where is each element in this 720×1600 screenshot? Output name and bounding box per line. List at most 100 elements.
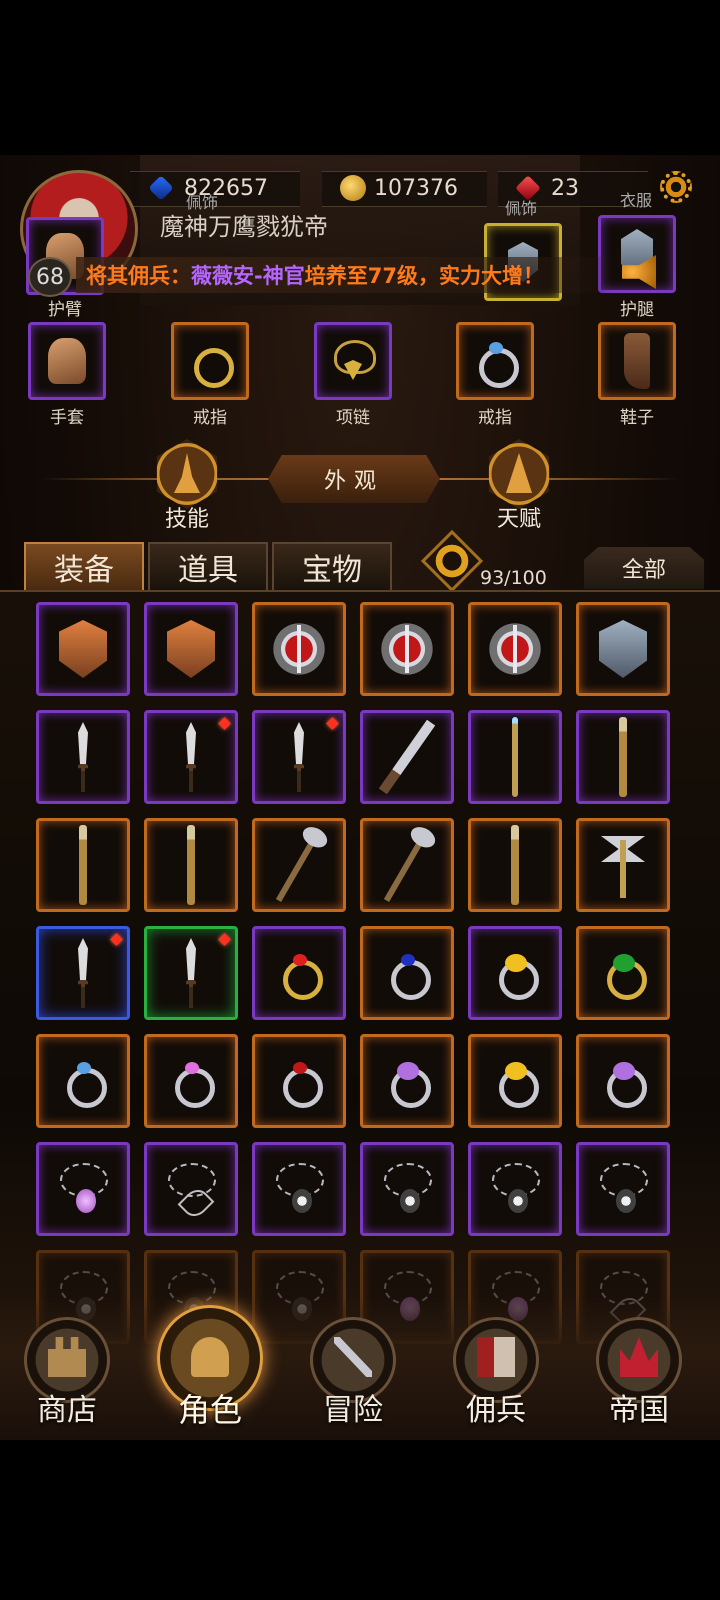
filter-all-button[interactable]: 全部: [584, 547, 704, 589]
nav-adventure[interactable]: 冒险: [298, 1305, 408, 1435]
inventory-item[interactable]: [360, 602, 454, 696]
inventory-item[interactable]: [576, 602, 670, 696]
chest-armor-icon: [599, 620, 647, 678]
new-item-indicator: [110, 933, 123, 946]
inventory-item[interactable]: [360, 818, 454, 912]
inventory-item[interactable]: [144, 818, 238, 912]
settings-gear-icon[interactable]: [660, 171, 692, 203]
cards-icon: [477, 1337, 515, 1377]
inventory-item[interactable]: [360, 1142, 454, 1236]
player-name: 魔神万鹰戮犹帝: [160, 213, 328, 241]
accessory-label-right: 佩饰: [505, 199, 538, 218]
inventory-item[interactable]: [576, 926, 670, 1020]
inventory-item[interactable]: [36, 1034, 130, 1128]
inventory-item[interactable]: [144, 710, 238, 804]
chest-armor-icon: [59, 620, 107, 678]
inventory-item[interactable]: [576, 818, 670, 912]
inventory-item[interactable]: [144, 1142, 238, 1236]
hood-icon: [191, 1337, 229, 1377]
morningstar-icon: [79, 825, 87, 905]
inventory-item[interactable]: [36, 1142, 130, 1236]
inventory-item[interactable]: [360, 926, 454, 1020]
new-item-indicator: [218, 933, 231, 946]
amulet-icon: [272, 1161, 326, 1217]
nav-mercenary[interactable]: 佣兵: [441, 1305, 551, 1435]
inventory-item[interactable]: [36, 602, 130, 696]
dagger-icon: [186, 722, 196, 792]
inventory-item[interactable]: [252, 1034, 346, 1128]
inventory-item[interactable]: [36, 818, 130, 912]
sword-emblem-icon: [269, 619, 329, 679]
inventory-item[interactable]: [252, 710, 346, 804]
crossed-swords-emblem-icon: [377, 619, 437, 679]
inventory-item[interactable]: [252, 1142, 346, 1236]
nav-shop[interactable]: 商店: [12, 1305, 122, 1435]
inventory-item[interactable]: [252, 602, 346, 696]
inventory-item[interactable]: [36, 926, 130, 1020]
new-item-indicator: [218, 717, 231, 730]
gold-value: 107376: [374, 175, 458, 201]
clothes-label: 衣服: [620, 191, 653, 210]
talent-icon: [506, 453, 532, 493]
nav-empire[interactable]: 帝国: [584, 1305, 694, 1435]
skills-button[interactable]: [156, 439, 218, 509]
slot-boots[interactable]: [598, 322, 676, 400]
slot-boots-label: 鞋子: [620, 408, 654, 428]
amulet-icon: [596, 1161, 650, 1217]
inventory-item[interactable]: [468, 710, 562, 804]
tab-equipment[interactable]: 装备: [24, 542, 144, 590]
inventory-item[interactable]: [468, 1142, 562, 1236]
slot-leggings-label: 护腿: [620, 300, 654, 320]
ring-icon: [493, 1056, 539, 1108]
inventory-item[interactable]: [468, 1034, 562, 1128]
slot-gloves[interactable]: [28, 322, 106, 400]
inventory-item[interactable]: [144, 1034, 238, 1128]
nav-shop-label: 商店: [37, 1393, 97, 1428]
sort-refresh-icon[interactable]: [420, 529, 484, 593]
appearance-button[interactable]: 外观: [268, 455, 440, 503]
bottom-nav: 商店 角色 冒险 佣兵 帝国: [0, 1295, 720, 1440]
amulet-icon: [56, 1161, 110, 1217]
inventory-item[interactable]: [144, 602, 238, 696]
slot-ring-2-label: 戒指: [478, 408, 512, 428]
dagger-icon: [78, 722, 88, 792]
inventory-item[interactable]: [576, 1142, 670, 1236]
ring-icon: [601, 948, 647, 1000]
tab-treasures[interactable]: 宝物: [272, 542, 392, 590]
crystal-icon: [148, 175, 174, 201]
inventory-item[interactable]: [252, 818, 346, 912]
slot-ring-2[interactable]: [456, 322, 534, 400]
ring-icon: [277, 948, 323, 1000]
inventory-item[interactable]: [576, 710, 670, 804]
necklace-icon: [328, 338, 378, 384]
announce-part1: 将其佣兵：: [86, 264, 191, 288]
skills-icon: [174, 453, 200, 493]
slot-ring-1[interactable]: [171, 322, 249, 400]
talent-button[interactable]: [488, 439, 550, 509]
inventory-item[interactable]: [252, 926, 346, 1020]
talent-label: 天赋: [496, 507, 541, 532]
slot-necklace[interactable]: [314, 322, 392, 400]
announcement-banner[interactable]: 将其佣兵： 薇薇安-神官 培养至77级，实力大增！: [76, 257, 616, 293]
tab-items[interactable]: 道具: [148, 542, 268, 590]
ring-icon: [385, 948, 431, 1000]
gold-counter[interactable]: 107376: [340, 173, 458, 203]
inventory-item[interactable]: [360, 710, 454, 804]
ring-icon: [61, 1056, 107, 1108]
skills-label: 技能: [164, 507, 209, 532]
inventory-item[interactable]: [36, 710, 130, 804]
nav-character[interactable]: 角色: [155, 1305, 265, 1435]
sword-emblem-icon: [485, 619, 545, 679]
inventory-item[interactable]: [576, 1034, 670, 1128]
inventory-item[interactable]: [468, 926, 562, 1020]
inventory-item[interactable]: [468, 818, 562, 912]
announce-part3: 培养至77级，实力大增！: [304, 264, 544, 288]
battle-axe-icon: [601, 830, 645, 900]
inventory-item[interactable]: [468, 602, 562, 696]
leaf-amulet-icon: [164, 1161, 218, 1217]
inventory-item[interactable]: [144, 926, 238, 1020]
inventory-item[interactable]: [360, 1034, 454, 1128]
nav-empire-label: 帝国: [609, 1393, 669, 1428]
nav-character-label: 角色: [177, 1391, 242, 1429]
level-badge: 68: [28, 257, 72, 297]
